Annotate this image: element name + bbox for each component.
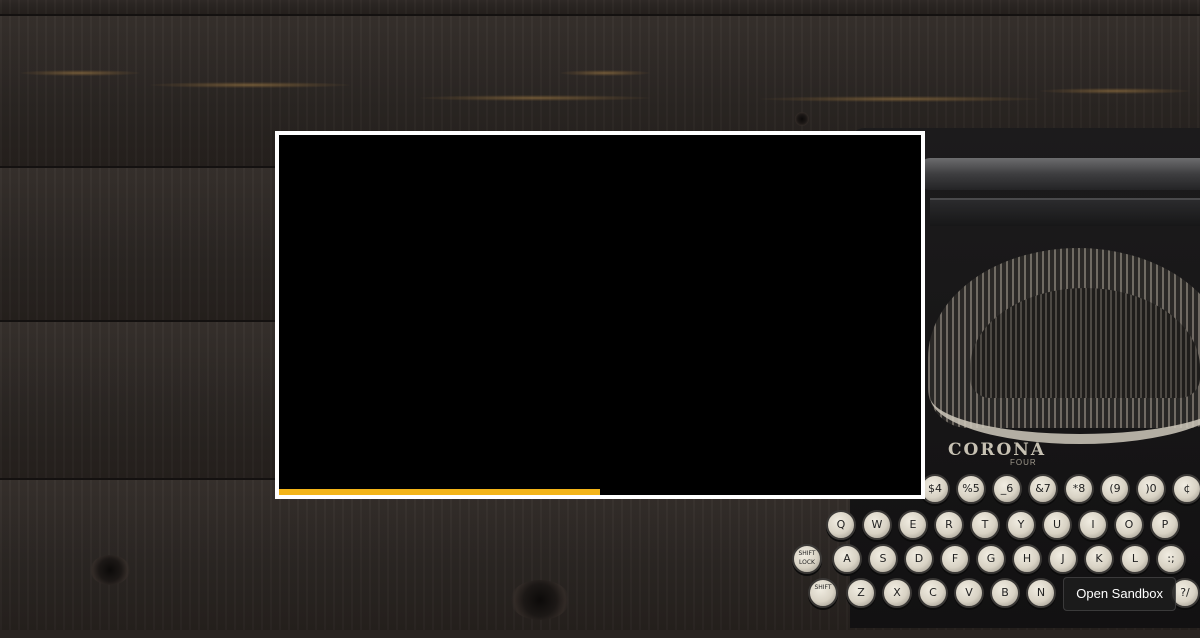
wood-grain (560, 70, 650, 76)
typewriter-key: (9 (1100, 474, 1130, 504)
wood-knot (90, 555, 130, 585)
typewriter-key: SHIFT LOCK (792, 544, 822, 574)
video-progress-bar[interactable] (279, 489, 921, 495)
wood-grain (20, 70, 140, 76)
typewriter-key: J (1048, 544, 1078, 574)
wood-plank (0, 0, 1200, 16)
typewriter-key: S (868, 544, 898, 574)
typewriter-key: B (990, 578, 1020, 608)
typewriter-key: P (1150, 510, 1180, 540)
typewriter-brand-logo: CORONA (948, 440, 1047, 460)
typewriter-key: G (976, 544, 1006, 574)
typewriter-carriage (920, 158, 1200, 190)
wood-grain (420, 95, 650, 101)
typewriter-key: I (1078, 510, 1108, 540)
wood-knot (510, 580, 570, 620)
video-player[interactable] (275, 131, 925, 499)
typewriter-key: Z (846, 578, 876, 608)
wood-grain (1040, 88, 1190, 94)
typewriter-key: U (1042, 510, 1072, 540)
typewriter-key: L (1120, 544, 1150, 574)
typewriter-key: V (954, 578, 984, 608)
typewriter-key: X (882, 578, 912, 608)
typewriter-key: H (1012, 544, 1042, 574)
typewriter-key: D (904, 544, 934, 574)
typewriter-key: Y (1006, 510, 1036, 540)
typewriter-key: F (940, 544, 970, 574)
typewriter-brand-sub: FOUR (1010, 458, 1037, 467)
typewriter-key: C (918, 578, 948, 608)
typewriter-key: ¢ (1172, 474, 1200, 504)
typewriter-key: &7 (1028, 474, 1058, 504)
wood-grain (150, 82, 350, 88)
typewriter-key: *8 (1064, 474, 1094, 504)
typewriter-carriage-lower (930, 198, 1200, 226)
typewriter-key: N (1026, 578, 1056, 608)
video-progress-fill (279, 489, 600, 495)
typewriter-key: W (862, 510, 892, 540)
typewriter-key: _6 (992, 474, 1022, 504)
typewriter-key: O (1114, 510, 1144, 540)
wood-knot (795, 112, 809, 126)
typewriter-key: )0 (1136, 474, 1166, 504)
typewriter-key: E (898, 510, 928, 540)
typewriter-key: A (832, 544, 862, 574)
typewriter-key: T (970, 510, 1000, 540)
typewriter-key: K (1084, 544, 1114, 574)
open-sandbox-button[interactable]: Open Sandbox (1063, 577, 1176, 611)
typewriter-key: :; (1156, 544, 1186, 574)
wood-grain (760, 96, 1040, 102)
typewriter-key: %5 (956, 474, 986, 504)
typewriter-key: SHIFT (808, 578, 838, 608)
typewriter-key: R (934, 510, 964, 540)
typewriter-key: Q (826, 510, 856, 540)
